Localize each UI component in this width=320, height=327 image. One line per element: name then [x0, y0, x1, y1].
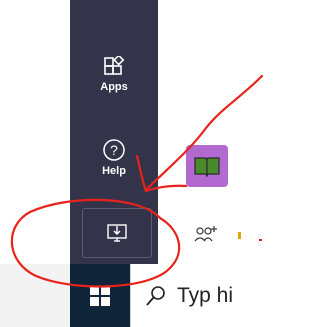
rail-item-help-label: Help — [102, 165, 126, 177]
search-input[interactable]: Typ hi — [177, 284, 233, 308]
app-tile[interactable] — [186, 145, 228, 187]
rail-item-help[interactable]: ? Help — [70, 138, 158, 177]
add-people-button[interactable] — [194, 224, 218, 249]
add-people-icon — [194, 226, 217, 242]
status-mark — [238, 232, 241, 239]
svg-text:?: ? — [110, 142, 118, 158]
book-icon — [194, 157, 220, 177]
windows-logo-icon — [90, 285, 110, 306]
left-rail: Apps ? Help — [70, 0, 158, 264]
search-icon — [146, 285, 165, 306]
search-box[interactable]: Typ hi — [130, 264, 265, 327]
rail-item-apps-label: Apps — [100, 81, 128, 93]
rail-item-apps[interactable]: Apps — [70, 56, 158, 93]
help-icon: ? — [103, 139, 125, 161]
apps-icon — [104, 56, 125, 75]
download-icon — [107, 224, 127, 242]
download-button[interactable] — [82, 208, 152, 258]
start-button[interactable] — [70, 264, 130, 327]
